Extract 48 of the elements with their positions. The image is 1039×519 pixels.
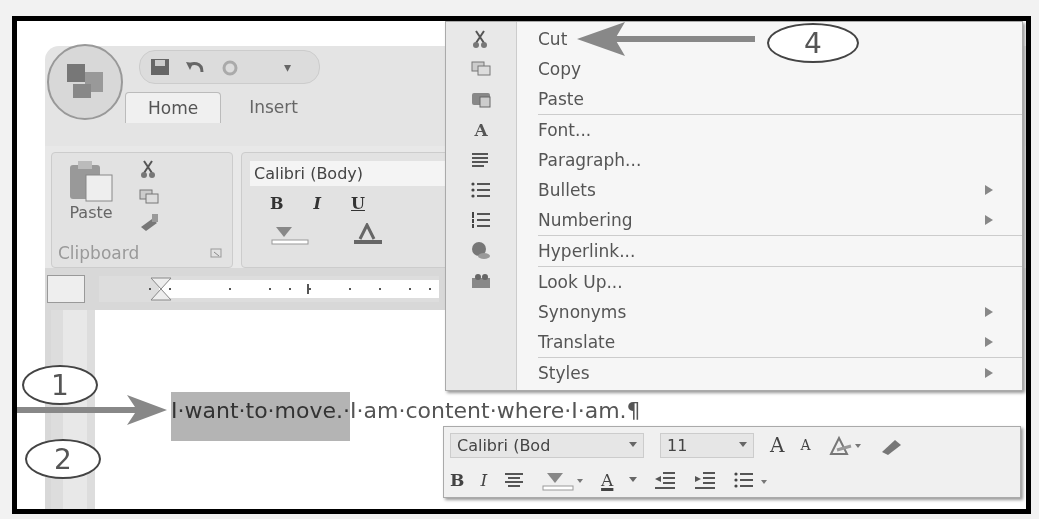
format-button[interactable]: I	[313, 194, 321, 213]
callout-circle: 2	[25, 439, 101, 479]
copy-icon[interactable]	[138, 187, 160, 205]
ribbon-tab[interactable]: Insert	[227, 92, 320, 123]
format-button[interactable]: U	[351, 194, 365, 213]
menu-item[interactable]: Paragraph...	[538, 150, 642, 170]
copy-icon	[470, 59, 492, 79]
menu-item[interactable]: Styles	[538, 363, 590, 383]
menu-item[interactable]: Cut	[538, 29, 568, 49]
grow-font-button[interactable]: A	[770, 433, 785, 458]
menu-item[interactable]: Hyperlink...	[538, 241, 636, 261]
caret-icon[interactable]	[629, 477, 638, 484]
menu-item[interactable]: Numbering	[538, 210, 633, 230]
globe-icon	[470, 241, 492, 261]
align-center-icon[interactable]	[503, 471, 526, 490]
menu-item[interactable]: Translate	[538, 332, 616, 352]
caret-icon	[629, 442, 637, 449]
menu-item[interactable]: Font...	[538, 120, 592, 140]
scissors-icon[interactable]	[138, 159, 158, 179]
save-icon[interactable]	[150, 58, 170, 76]
caret-icon	[739, 442, 747, 449]
office-button[interactable]	[45, 42, 125, 122]
menu-item[interactable]: Synonyms	[538, 302, 627, 322]
paste-button[interactable]: Paste	[68, 159, 114, 231]
ribbon-tab[interactable]: Home	[125, 92, 222, 123]
tab-selector[interactable]	[47, 275, 85, 303]
menu-item[interactable]: Paste	[538, 89, 584, 109]
shrink-font-button[interactable]: A	[800, 437, 811, 454]
menu-item[interactable]: Look Up...	[538, 272, 623, 292]
format-button[interactable]: B	[270, 194, 284, 213]
numbering-icon	[470, 210, 492, 230]
increase-indent-icon[interactable]	[693, 470, 718, 491]
menu-item[interactable]: Bullets	[538, 180, 596, 200]
clipboard-icon	[68, 159, 114, 203]
font-icon: A	[474, 120, 488, 140]
bold-button[interactable]: B	[450, 470, 465, 491]
italic-button[interactable]: I	[480, 470, 488, 491]
group-label: Clipboard	[58, 243, 140, 263]
document-text: I·am·content·where·I·am.¶	[350, 398, 641, 423]
decrease-indent-icon[interactable]	[653, 470, 678, 491]
font-name-field[interactable]: Calibri (Bod	[450, 432, 644, 458]
callout-circle: 1	[22, 365, 98, 405]
bullets-icon	[470, 180, 492, 200]
font-size-field[interactable]: 11	[660, 432, 754, 458]
font-color-button[interactable]: A	[601, 470, 614, 491]
selected-text: I·want·to·move.·	[171, 392, 351, 441]
customize-caret[interactable]: ▾	[284, 59, 292, 75]
menu-item[interactable]: Copy	[538, 59, 582, 79]
